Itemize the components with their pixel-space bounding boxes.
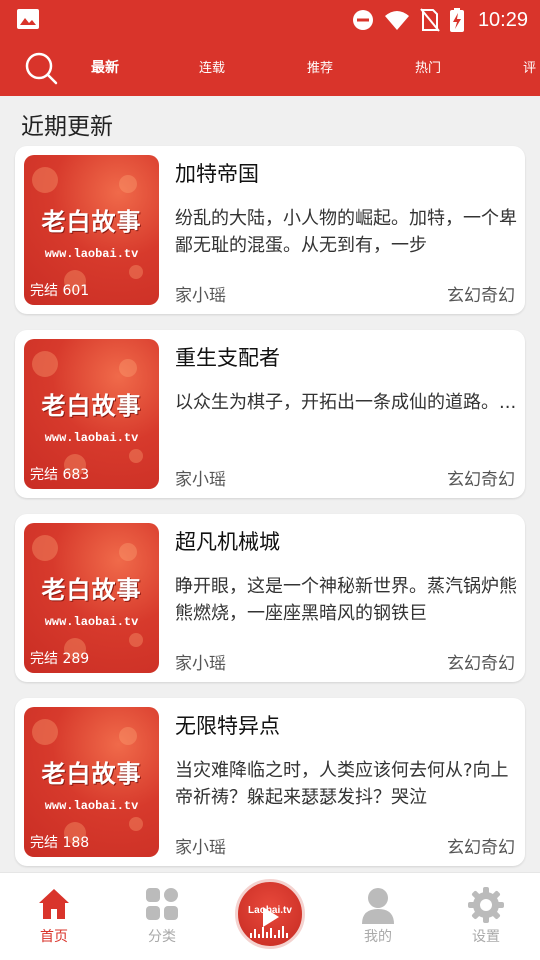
section-title: 近期更新	[21, 114, 113, 140]
book-title: 超凡机械城	[175, 530, 280, 554]
book-cover: 老白故事 www.laobai.tv 完结 601	[24, 155, 159, 305]
book-description: 当灾难降临之时，人类应该何去何从?向上帝祈祷？躲起来瑟瑟发抖？哭泣	[175, 760, 509, 808]
bottom-nav: 首页 分类 Laobai.tv 我的 设置	[0, 872, 540, 960]
wifi-icon	[384, 11, 409, 30]
book-title: 无限特异点	[175, 714, 280, 738]
cover-logo-text: 老白故事	[41, 575, 142, 604]
book-status: 完结 683	[30, 467, 90, 483]
audio-wave-icon	[250, 926, 290, 938]
cover-logo-text: 老白故事	[41, 391, 142, 420]
book-genre: 玄幻奇幻	[447, 838, 515, 858]
status-bar: 10:29	[0, 0, 540, 40]
book-genre: 玄幻奇幻	[447, 654, 515, 674]
cover-url-text: www.laobai.tv	[44, 247, 139, 261]
tab-serializing[interactable]: 连载	[199, 57, 225, 76]
book-card[interactable]: 老白故事 www.laobai.tv 完结 601 加特帝国 纷乱的大陆，小人物…	[15, 146, 525, 314]
book-author: 家小瑶	[175, 470, 226, 490]
book-author: 家小瑶	[175, 286, 226, 306]
book-status: 完结 601	[30, 283, 90, 299]
user-icon	[362, 888, 394, 924]
home-icon	[39, 889, 69, 919]
nav-profile-label: 我的	[364, 929, 392, 945]
do-not-disturb-icon	[352, 10, 373, 30]
nav-category-label: 分类	[148, 929, 176, 945]
clock: 10:29	[477, 8, 528, 31]
book-cover: 老白故事 www.laobai.tv 完结 289	[24, 523, 159, 673]
cover-logo-text: 老白故事	[41, 207, 142, 236]
nav-settings[interactable]: 设置	[446, 887, 526, 946]
book-card[interactable]: 老白故事 www.laobai.tv 完结 289 超凡机械城 睁开眼，这是一个…	[15, 514, 525, 682]
book-cover: 老白故事 www.laobai.tv 完结 683	[24, 339, 159, 489]
book-title: 加特帝国	[175, 162, 259, 186]
book-description: 睁开眼，这是一个神秘新世界。蒸汽锅炉熊熊燃烧，一座座黑暗风的钢铁巨	[175, 576, 517, 624]
nav-profile[interactable]: 我的	[338, 887, 418, 946]
cover-url-text: www.laobai.tv	[44, 615, 139, 629]
book-title: 重生支配者	[175, 346, 280, 370]
center-play-button[interactable]: Laobai.tv	[235, 879, 305, 949]
gear-icon	[468, 887, 504, 923]
tab-rating[interactable]: 评	[523, 57, 536, 76]
cover-logo-text: 老白故事	[41, 759, 142, 788]
book-status: 完结 289	[30, 651, 90, 667]
book-author: 家小瑶	[175, 838, 226, 858]
nav-home-label: 首页	[40, 929, 68, 945]
book-description: 以众生为棋子，开拓出一条成仙的道路。...	[175, 392, 517, 413]
search-icon[interactable]	[24, 51, 58, 85]
category-icon	[146, 888, 178, 920]
tab-recommended[interactable]: 推荐	[307, 57, 333, 76]
book-status: 完结 188	[30, 835, 90, 851]
book-genre: 玄幻奇幻	[447, 470, 515, 490]
battery-charging-icon	[449, 8, 464, 32]
no-sim-icon	[420, 8, 440, 32]
book-description: 纷乱的大陆，小人物的崛起。加特，一个卑鄙无耻的混蛋。从无到有，一步	[175, 208, 517, 256]
cover-url-text: www.laobai.tv	[44, 431, 139, 445]
tab-latest[interactable]: 最新	[91, 57, 119, 77]
nav-category[interactable]: 分类	[122, 887, 202, 946]
play-icon	[263, 907, 279, 927]
nav-settings-label: 设置	[472, 929, 500, 945]
book-author: 家小瑶	[175, 654, 226, 674]
book-cover: 老白故事 www.laobai.tv 完结 188	[24, 707, 159, 857]
image-notification-icon	[17, 9, 39, 29]
book-card[interactable]: 老白故事 www.laobai.tv 完结 683 重生支配者 以众生为棋子，开…	[15, 330, 525, 498]
book-card[interactable]: 老白故事 www.laobai.tv 完结 188 无限特异点 当灾难降临之时，…	[15, 698, 525, 866]
book-genre: 玄幻奇幻	[447, 286, 515, 306]
tab-popular[interactable]: 热门	[415, 57, 441, 76]
nav-home[interactable]: 首页	[14, 887, 94, 946]
top-nav: 最新 连载 推荐 热门 评	[0, 40, 540, 96]
cover-url-text: www.laobai.tv	[44, 799, 139, 813]
